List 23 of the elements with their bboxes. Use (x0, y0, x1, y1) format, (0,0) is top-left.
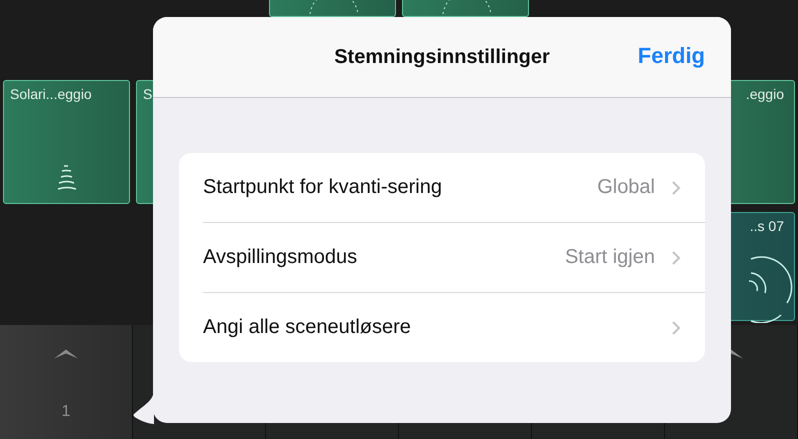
setting-label: Startpunkt for kvanti-sering (203, 176, 443, 199)
loop-name: Solari...eggio (10, 86, 92, 102)
done-button[interactable]: Ferdig (638, 43, 705, 69)
chevron-up-icon (53, 349, 79, 359)
chevron-up-icon (731, 349, 743, 359)
setting-value: Global (597, 176, 655, 199)
settings-row[interactable]: Angi alle sceneutløsere (203, 292, 705, 362)
chevron-right-icon (671, 320, 681, 336)
scene-trigger[interactable]: 1 (0, 325, 133, 439)
loop-name: S (143, 86, 152, 102)
setting-label: Angi alle sceneutløsere (203, 316, 412, 339)
loop-name: ..s 07 (750, 218, 784, 234)
loop-tile[interactable]: Solari...eggio (3, 80, 130, 204)
loop-tile[interactable] (402, 0, 529, 17)
chevron-right-icon (671, 250, 681, 266)
popover-title: Stemningsinnstillinger (334, 46, 550, 68)
loop-name: .eggio (746, 86, 784, 102)
settings-row[interactable]: Avspillingsmodus Start igjen (203, 222, 705, 292)
chevron-right-icon (671, 180, 681, 196)
setting-label: Avspillingsmodus (203, 246, 358, 269)
scene-number: 1 (62, 403, 70, 421)
setting-value: Start igjen (564, 246, 655, 269)
loop-tile[interactable] (269, 0, 396, 17)
